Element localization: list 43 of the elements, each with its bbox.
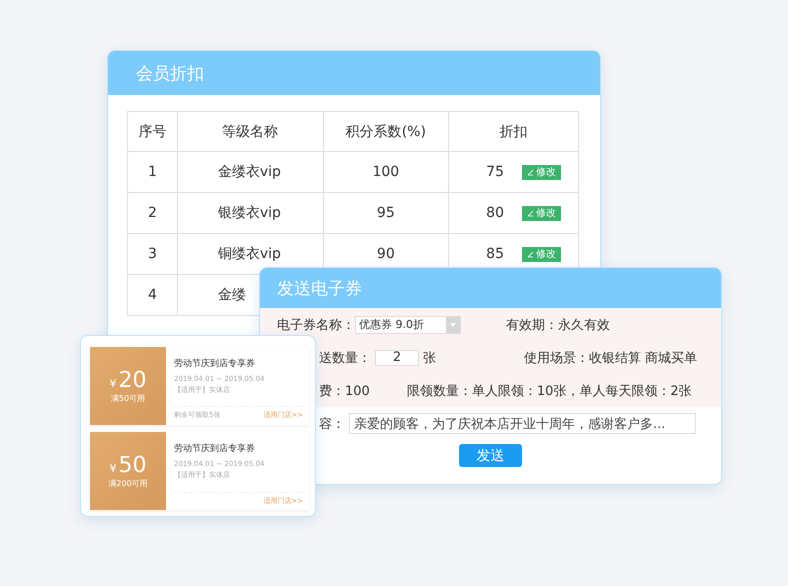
card-title: 会员折扣 [108, 51, 600, 95]
column-header: 折扣 [448, 112, 578, 152]
pencil-icon [526, 210, 534, 216]
table-cell: 75 [486, 164, 504, 180]
content-field[interactable]: 亲爱的顾客，为了庆祝本店开业十周年，感谢客户多... [349, 413, 696, 434]
edit-button[interactable]: 修改 [522, 246, 561, 262]
table-cell: 100 [323, 152, 449, 192]
coupon-amount: 50 [118, 453, 146, 478]
coupon-title: 劳动节庆到店专享券 [174, 442, 256, 455]
table-cell: 2 [128, 192, 178, 234]
coupon-amount: 20 [118, 368, 146, 393]
validity-text: 有效期：永久有效 [506, 316, 610, 334]
pencil-icon [526, 250, 534, 258]
limit-text: 限领数量：单人限领：10张，单人每天限领：2张 [406, 382, 692, 400]
column-header: 序号 [128, 112, 178, 152]
edit-button[interactable]: 修改 [522, 164, 561, 180]
currency-symbol: ¥ [110, 377, 116, 390]
table-cell: 80 [486, 205, 504, 221]
edit-button[interactable]: 修改 [522, 206, 561, 220]
pencil-icon [526, 168, 534, 176]
field-label: 容： [319, 416, 345, 432]
column-header: 等级名称 [177, 112, 324, 152]
usage-scene-text: 使用场景：收银结算 商城买单 [524, 350, 698, 366]
send-button[interactable]: 发送 [459, 444, 522, 467]
currency-symbol: ¥ [110, 462, 116, 475]
coupon-title: 劳动节庆到店专享券 [174, 358, 256, 370]
table-cell: 85 [486, 246, 504, 262]
table-cell: 金缕衣vip [177, 152, 324, 192]
table-cell: 3 [128, 234, 178, 274]
unit-label: 张 [423, 350, 436, 366]
table-cell: 银缕衣vip [177, 192, 324, 234]
table-cell: 1 [128, 152, 178, 192]
table-cell: 95 [323, 192, 449, 234]
field-label: 电子券名称： [277, 316, 355, 334]
coupon-condition: 满50可用 [110, 393, 146, 404]
table-cell: 4 [128, 274, 178, 316]
dialog-title: 发送电子券 [260, 268, 721, 308]
fee-text: 费：100 [319, 382, 370, 400]
field-label: 送数量： [319, 350, 371, 366]
column-header: 积分系数(%) [323, 112, 449, 152]
coupon-select[interactable]: 优惠券 9.0折 [355, 316, 461, 334]
quantity-field[interactable]: 2 [375, 350, 419, 366]
coupon-condition: 满200可用 [108, 478, 148, 489]
